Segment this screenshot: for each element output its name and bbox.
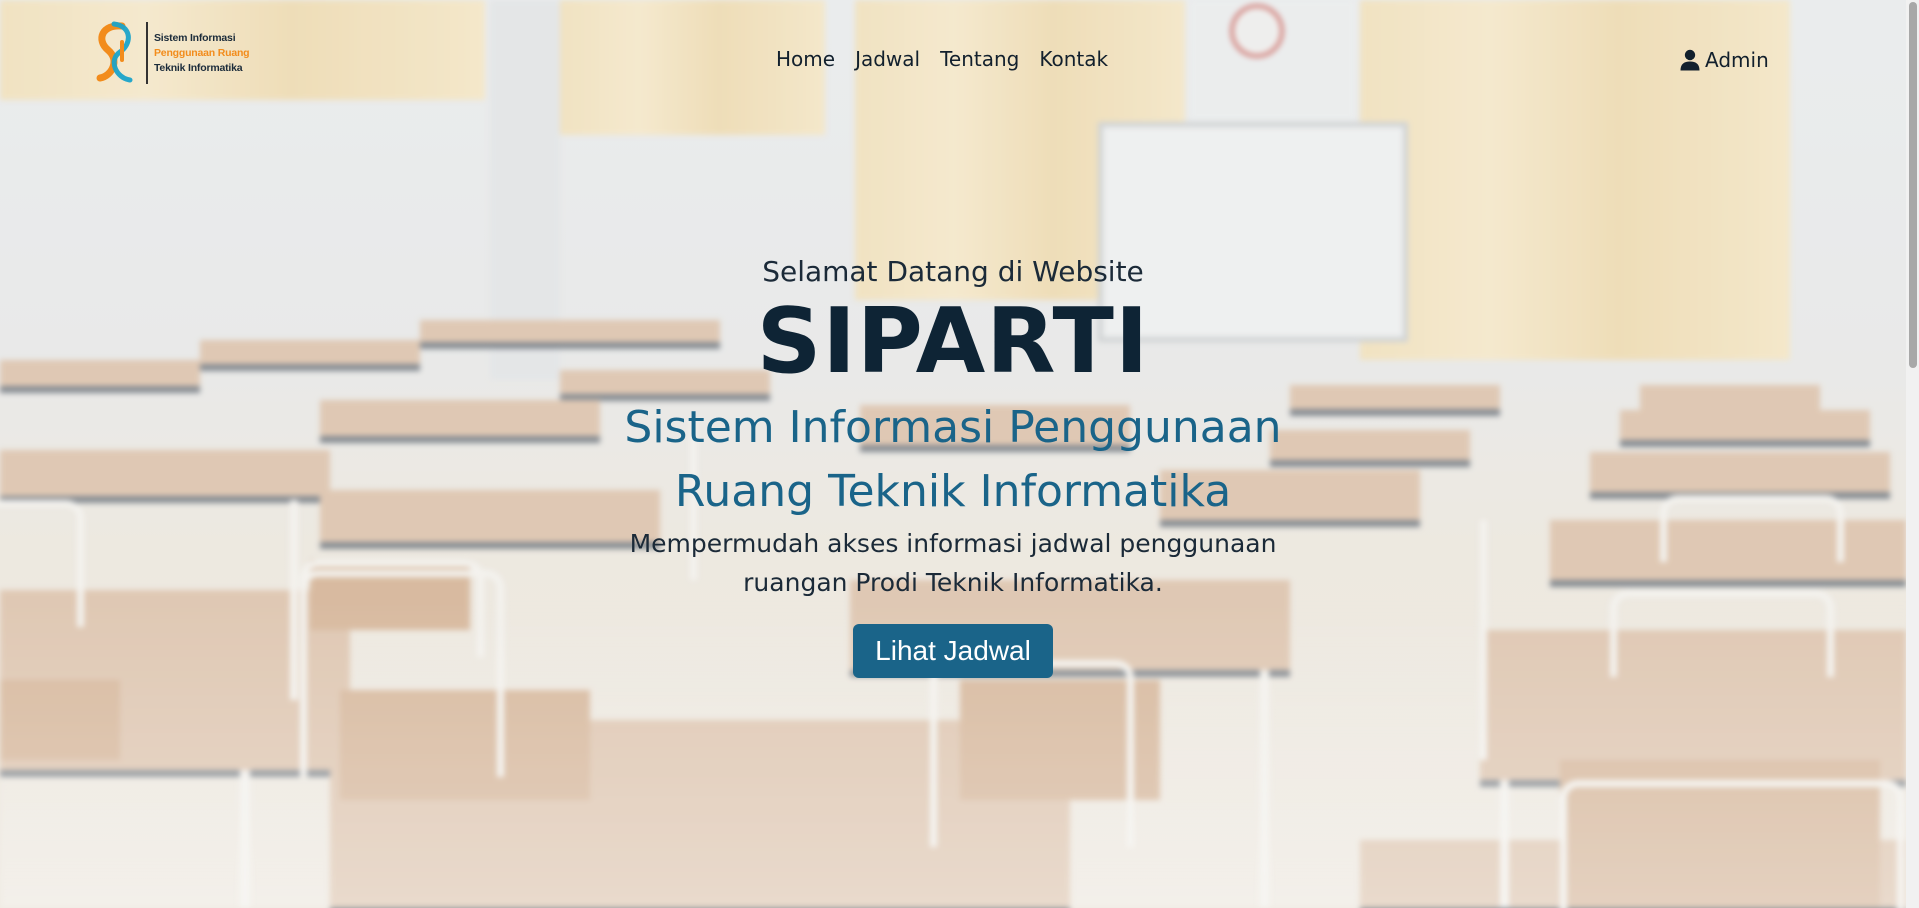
nav-link-home[interactable]: Home: [776, 47, 835, 71]
logo-line-2: Penggunaan Ruang: [154, 46, 250, 59]
admin-label: Admin: [1705, 48, 1769, 72]
page-scrollbar[interactable]: [1906, 0, 1919, 908]
hero-description: Mempermudah akses informasi jadwal pengg…: [629, 529, 1277, 597]
nav-link-tentang[interactable]: Tentang: [940, 47, 1019, 71]
scrollbar-thumb[interactable]: [1909, 2, 1917, 368]
logo-mark-icon: [96, 21, 133, 83]
logo-text: Sistem Informasi Penggunaan Ruang Teknik…: [154, 31, 250, 76]
welcome-text: Selamat Datang di Website: [762, 255, 1144, 288]
hero-section: Selamat Datang di Website SIPARTI Sistem…: [0, 252, 1906, 678]
site-subtitle: Sistem Informasi Penggunaan Ruang Teknik…: [624, 402, 1282, 517]
admin-login-link[interactable]: Admin: [1680, 48, 1769, 72]
logo-divider: [146, 22, 148, 84]
navbar: Sistem Informasi Penggunaan Ruang Teknik…: [0, 0, 1906, 120]
user-icon: [1680, 49, 1700, 71]
main-nav: Home Jadwal Tentang Kontak: [776, 47, 1108, 71]
brand-logo[interactable]: Sistem Informasi Penggunaan Ruang Teknik…: [92, 20, 250, 86]
logo-line-3: Teknik Informatika: [154, 61, 243, 74]
site-title: SIPARTI: [756, 289, 1150, 394]
logo-line-1: Sistem Informasi: [154, 31, 236, 44]
nav-link-kontak[interactable]: Kontak: [1039, 47, 1108, 71]
nav-link-jadwal[interactable]: Jadwal: [855, 47, 920, 71]
view-schedule-button[interactable]: Lihat Jadwal: [853, 624, 1053, 678]
